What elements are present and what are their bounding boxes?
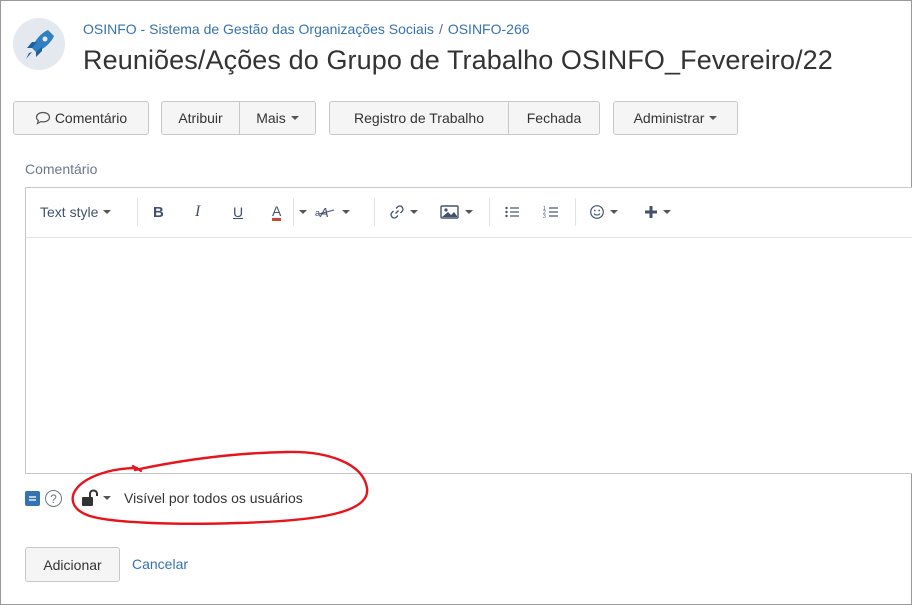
security-level-dropdown[interactable] — [81, 488, 121, 508]
text-color-dropdown[interactable] — [299, 201, 307, 223]
numbered-list-icon: 1 2 3 — [543, 206, 558, 220]
emoji-icon — [590, 205, 604, 219]
toolbar-divider — [489, 198, 490, 226]
svg-text:3: 3 — [543, 214, 546, 220]
text-color-icon: A — [272, 202, 282, 221]
plus-icon — [645, 206, 657, 218]
bullet-list-icon — [505, 206, 519, 218]
italic-icon: I — [195, 203, 201, 220]
editor-toolbar: Text style B I U A a A — [26, 188, 912, 238]
wiki-markup-icon[interactable] — [25, 491, 40, 506]
chevron-down-icon — [610, 210, 618, 214]
more-formatting-button[interactable]: a A — [315, 201, 350, 223]
unlocked-padlock-icon — [82, 489, 98, 506]
chevron-down-icon — [465, 210, 473, 214]
text-color-button[interactable]: A — [272, 201, 282, 223]
visibility-label: Visível por todos os usuários — [124, 490, 303, 506]
bold-button[interactable]: B — [153, 201, 164, 223]
chevron-down-icon — [410, 210, 418, 214]
page-title: Reuniões/Ações do Grupo de Trabalho OSIN… — [83, 45, 833, 75]
chevron-down-icon — [663, 210, 671, 214]
add-comment-button[interactable]: Adicionar — [25, 547, 120, 582]
cancel-link[interactable]: Cancelar — [132, 556, 188, 572]
wiki-markup-glyph-icon — [29, 496, 36, 501]
text-style-label: Text style — [40, 204, 99, 220]
chevron-down-icon — [103, 496, 111, 500]
breadcrumb-project-link[interactable]: OSINFO - Sistema de Gestão das Organizaç… — [83, 21, 434, 37]
comment-editor: Text style B I U A a A — [25, 187, 912, 474]
assign-button-label: Atribuir — [178, 110, 223, 126]
bullet-list-button[interactable] — [504, 201, 520, 223]
more-button-label: Mais — [256, 110, 286, 126]
link-icon — [390, 205, 404, 219]
bold-icon: B — [153, 203, 164, 221]
underline-button[interactable]: U — [233, 201, 243, 223]
image-dropdown-button[interactable] — [440, 201, 473, 223]
closed-button-label: Fechada — [526, 110, 582, 126]
toolbar-divider — [374, 198, 375, 226]
issue-header: OSINFO - Sistema de Gestão das Organizaç… — [1, 1, 912, 89]
breadcrumb: OSINFO - Sistema de Gestão das Organizaç… — [83, 21, 530, 37]
breadcrumb-issue-link[interactable]: OSINFO-266 — [448, 21, 530, 37]
more-dropdown-button[interactable]: Mais — [239, 101, 316, 135]
comment-text-area[interactable] — [26, 239, 912, 473]
text-style-dropdown[interactable]: Text style — [40, 201, 112, 223]
rocket-icon — [26, 30, 54, 59]
italic-button[interactable]: I — [195, 201, 200, 223]
insert-more-dropdown-button[interactable] — [644, 201, 671, 223]
assign-button[interactable]: Atribuir — [161, 101, 240, 135]
emoji-dropdown-button[interactable] — [589, 201, 618, 223]
link-dropdown-button[interactable] — [389, 201, 418, 223]
chevron-down-icon — [290, 116, 299, 120]
comment-button[interactable]: Comentário — [13, 101, 149, 135]
log-work-button[interactable]: Registro de Trabalho — [329, 101, 509, 135]
admin-button-label: Administrar — [633, 110, 705, 126]
text-effects-icon: a A — [315, 205, 335, 220]
toolbar-divider — [293, 198, 294, 226]
speech-bubble-icon — [35, 111, 50, 125]
project-avatar[interactable] — [13, 18, 65, 70]
add-button-label: Adicionar — [43, 556, 102, 573]
numbered-list-button[interactable]: 1 2 3 — [543, 201, 559, 223]
toolbar-divider — [137, 198, 138, 226]
chevron-down-icon — [299, 210, 307, 214]
log-work-button-label: Registro de Trabalho — [354, 110, 484, 126]
help-icon[interactable]: ? — [45, 490, 62, 507]
chevron-down-icon — [342, 210, 350, 214]
chevron-down-icon — [709, 116, 718, 120]
toolbar-divider — [575, 198, 576, 226]
closed-status-button[interactable]: Fechada — [508, 101, 600, 135]
breadcrumb-separator: / — [438, 21, 443, 37]
comment-button-label: Comentário — [54, 110, 128, 126]
comment-field-label: Comentário — [25, 161, 98, 177]
chevron-down-icon — [103, 210, 112, 214]
underline-icon: U — [233, 204, 244, 220]
image-icon — [440, 205, 459, 219]
admin-dropdown-button[interactable]: Administrar — [613, 101, 738, 135]
